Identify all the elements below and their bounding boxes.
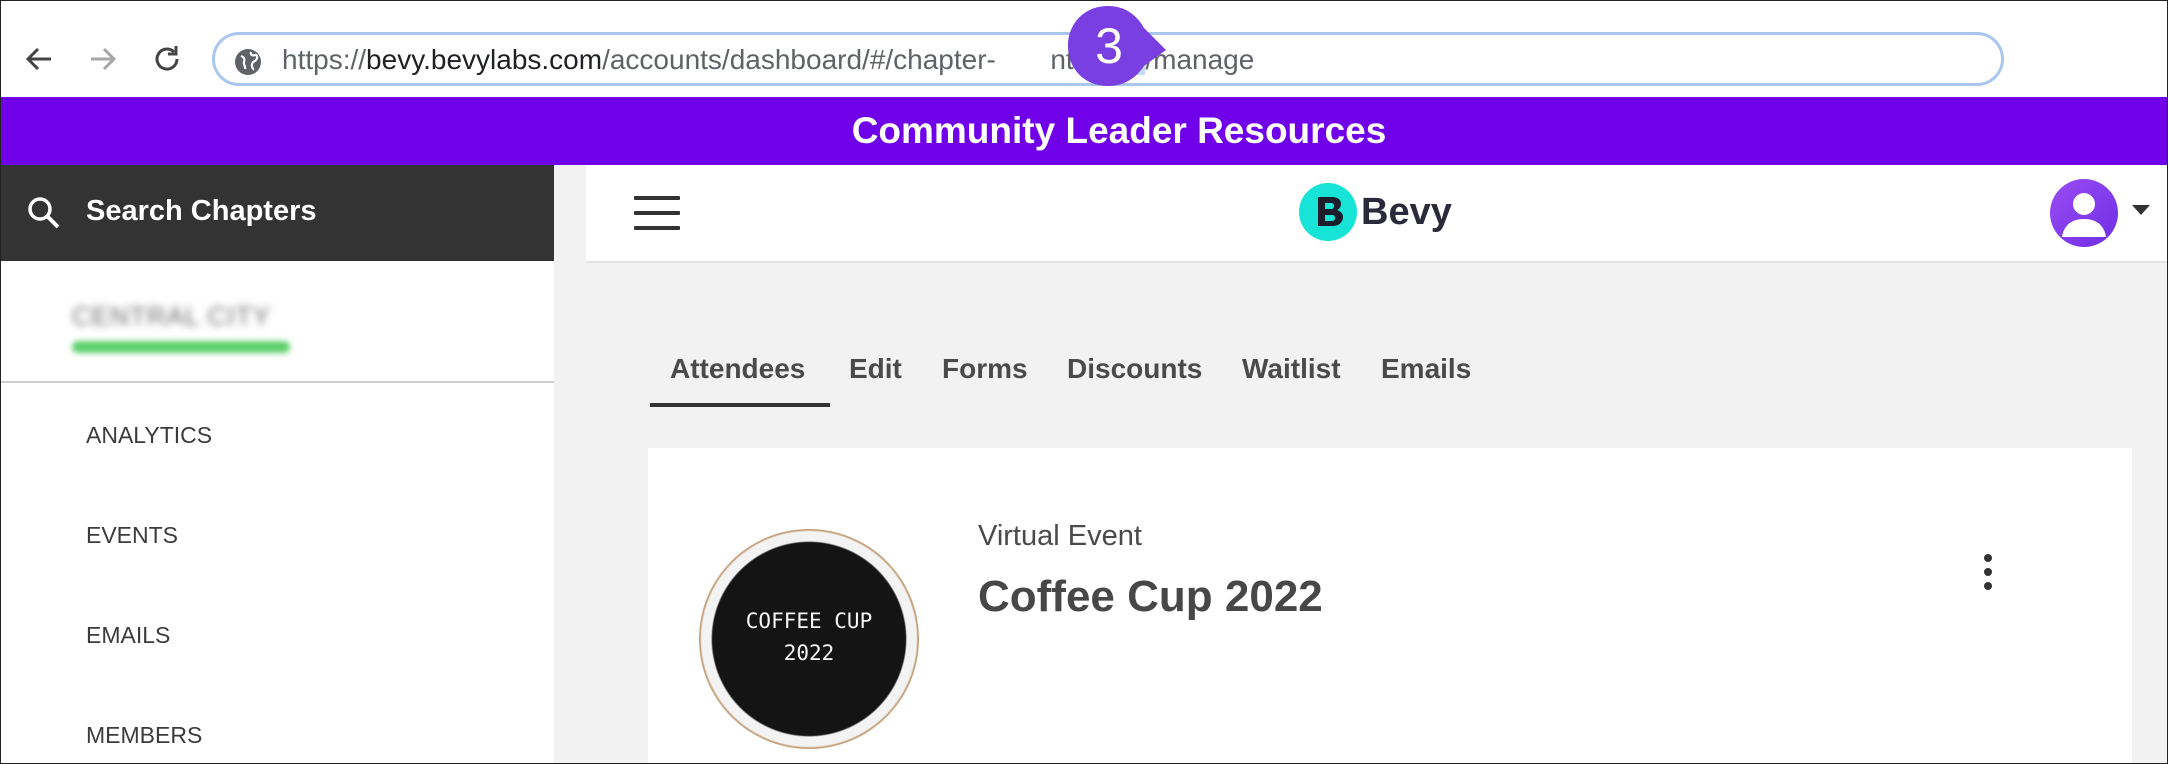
resources-banner: Community Leader Resources [0, 97, 2168, 165]
step-number: 3 [1095, 18, 1123, 74]
sidebar-item-members[interactable]: MEMBERS [86, 722, 202, 749]
user-icon [2062, 193, 2106, 237]
event-title: Coffee Cup 2022 [978, 572, 1323, 621]
app-header: Bevy [586, 165, 2168, 263]
chapter-selector[interactable]: CENTRAL CITY [0, 261, 554, 383]
active-tab-indicator [650, 403, 830, 407]
sidebar-item-events[interactable]: EVENTS [86, 522, 178, 549]
search-chapters-label: Search Chapters [86, 195, 317, 227]
event-image-text-line2: 2022 [783, 641, 835, 665]
forward-arrow-icon[interactable] [84, 40, 122, 78]
url-path: /accounts/dashboard/#/chapter- [602, 44, 996, 75]
bevy-logo[interactable]: Bevy [1299, 183, 1452, 241]
tab-forms[interactable]: Forms [942, 353, 1028, 385]
avatar[interactable] [2050, 179, 2118, 247]
main-content: Bevy Attendees Edit Forms Discounts Wait… [554, 165, 2168, 764]
event-type: Virtual Event [978, 520, 1142, 552]
bevy-logo-icon [1299, 183, 1357, 241]
tab-edit[interactable]: Edit [849, 353, 902, 385]
sidebar-item-emails[interactable]: EMAILS [86, 622, 170, 649]
event-image: COFFEE CUP 2022 [699, 529, 919, 749]
chapter-subtitle-redacted [72, 341, 290, 353]
sidebar: Search Chapters CENTRAL CITY ANALYTICS E… [0, 165, 554, 764]
chapter-name: CENTRAL CITY [72, 301, 271, 331]
tab-waitlist[interactable]: Waitlist [1242, 353, 1341, 385]
hamburger-menu-icon[interactable] [634, 196, 680, 230]
tab-emails[interactable]: Emails [1381, 353, 1471, 385]
more-options-icon[interactable] [1984, 554, 1994, 590]
event-image-text: COFFEE CUP 2022 [699, 605, 919, 669]
event-card: COFFEE CUP 2022 Virtual Event Coffee Cup… [648, 448, 2132, 764]
url-path-hidden [996, 44, 1050, 75]
sidebar-item-analytics[interactable]: ANALYTICS [86, 422, 212, 449]
reload-icon[interactable] [148, 40, 186, 78]
event-image-text-line1: COFFEE CUP [745, 609, 873, 633]
bevy-logo-text: Bevy [1361, 190, 1452, 233]
banner-title: Community Leader Resources [851, 110, 1387, 151]
search-chapters-button[interactable]: Search Chapters [0, 165, 554, 261]
globe-icon [233, 47, 263, 82]
search-icon [26, 195, 62, 236]
chevron-down-icon[interactable] [2132, 205, 2150, 215]
tab-attendees[interactable]: Attendees [670, 353, 805, 385]
url-host: bevy.bevylabs.com [366, 44, 603, 75]
tab-discounts[interactable]: Discounts [1067, 353, 1202, 385]
url-prefix: https:// [282, 44, 367, 75]
back-arrow-icon[interactable] [20, 40, 58, 78]
